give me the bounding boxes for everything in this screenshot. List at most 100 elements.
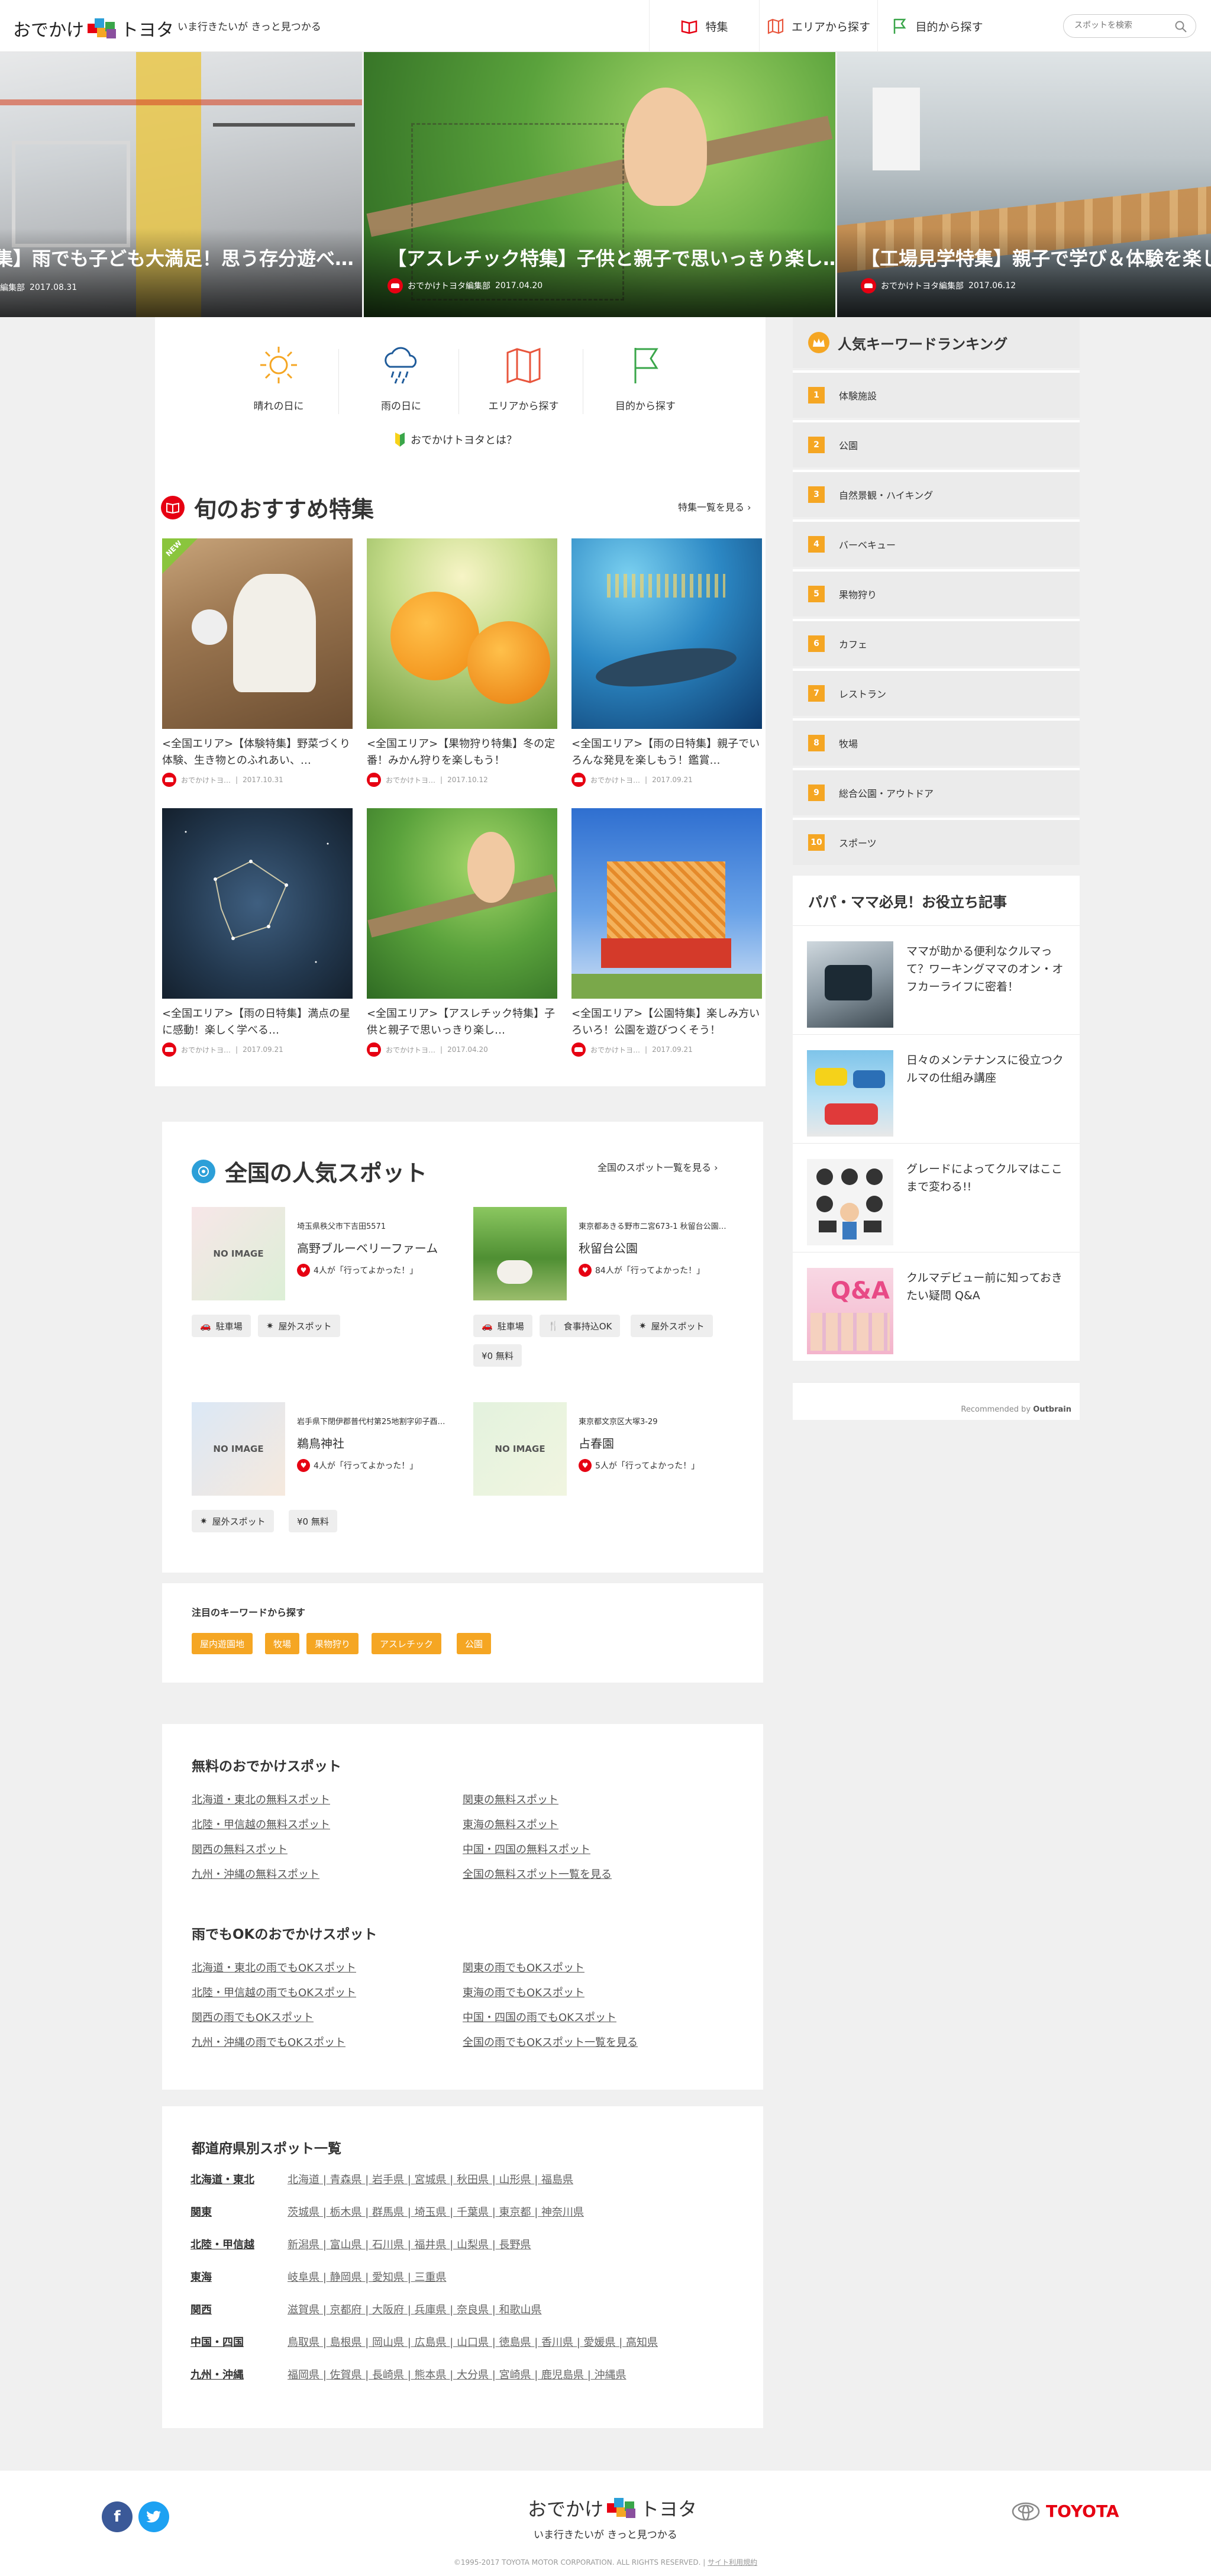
hero-slide-1[interactable]: 集】雨でも子ども大満足！思う存分遊べ… 編集部 2017.08.31 [0,52,362,317]
toyota-logo[interactable]: TOYOTA [1012,2501,1119,2521]
free-spot-link[interactable]: 関東の無料スポット [463,1791,558,1807]
prefecture-links[interactable]: 北海道 | 青森県 | 岩手県 | 宮城県 | 秋田県 | 山形県 | 福島県 [288,2171,573,2187]
spot-tag-outdoor[interactable]: ✷ 屋外スポット [258,1315,340,1337]
ranking-item[interactable]: 2 公園 [793,420,1080,467]
ranking-item[interactable]: 8 牧場 [793,718,1080,766]
spot-item[interactable]: NO IMAGE 岩手県下閉伊郡普代村第25地割字卯子酉… 鵜鳥神社 ♥ 4人が「… [192,1402,452,1496]
nav-area[interactable]: エリアから探す [759,0,877,52]
keyword-chip[interactable]: 公園 [457,1633,492,1654]
keyword-chip[interactable]: アスレチック [372,1633,442,1654]
ranking-item[interactable]: 4 バーベキュー [793,519,1080,567]
region-link[interactable]: 関東 [190,2204,212,2219]
terms-link[interactable]: サイト利用規約 [708,2558,757,2567]
feature-card[interactable]: <全国エリア>【雨の日特集】満点の星に感動！楽しく学べる… おでかけトヨ… | 20… [162,808,353,1057]
rain-spot-link[interactable]: 九州・沖縄の雨でもOKスポット [192,2034,345,2049]
ranking-item[interactable]: 7 レストラン [793,669,1080,716]
prefecture-links[interactable]: 茨城県 | 栃木県 | 群馬県 | 埼玉県 | 千葉県 | 東京都 | 神奈川県 [288,2204,584,2219]
free-spot-link[interactable]: 九州・沖縄の無料スポット [192,1866,319,1881]
feature-card[interactable]: NEW <全国エリア>【体験特集】野菜づくり体験、生き物とのふれあい、… おでか… [162,538,353,787]
spot-item[interactable]: 東京都あきる野市二宮673-1 秋留台公園… 秋留台公園 ♥ 84人が「行ってよか… [473,1207,734,1300]
category-area[interactable]: エリアから探す [479,343,568,412]
free-spot-link[interactable]: 北海道・東北の無料スポット [192,1791,330,1807]
rain-spot-link[interactable]: 北陸・甲信越の雨でもOKスポット [192,1984,356,2000]
spots-heading: 全国の人気スポット [192,1155,427,1187]
spot-tag-free[interactable]: ¥0 無料 [289,1510,337,1532]
article-item[interactable]: 日々のメンテナンスに役立つクルマの仕組み講座 [793,1034,1080,1143]
site-logo[interactable]: おでかけ トヨタ [13,15,174,41]
hero-slide-2[interactable]: 【アスレチック特集】子供と親子で思いっきり楽し… おでかけトヨタ編集部 2017… [364,52,835,317]
rain-spot-link[interactable]: 中国・四国の雨でもOKスポット [463,2009,616,2025]
feature-card[interactable]: <全国エリア>【公園特集】楽しみ方いろいろ！公園を遊びつくそう！ おでかけトヨ…… [571,808,762,1057]
feature-title: <全国エリア>【雨の日特集】満点の星に感動！楽しく学べる… [162,1008,351,1037]
free-spot-link[interactable]: 全国の無料スポット一覧を見る [463,1866,612,1881]
region-link[interactable]: 北陸・甲信越 [190,2236,254,2252]
prefecture-links[interactable]: 福岡県 | 佐賀県 | 長崎県 | 熊本県 | 大分県 | 宮崎県 | 鹿児島県… [288,2367,627,2382]
free-spot-link[interactable]: 東海の無料スポット [463,1816,558,1832]
feature-card[interactable]: <全国エリア>【果物狩り特集】冬の定番！みかん狩りを楽しもう！ おでかけトヨ… |… [367,538,557,787]
facebook-icon[interactable]: f [102,2501,133,2532]
category-rainy[interactable]: 雨の日に [357,343,445,412]
keyword-chip[interactable]: 牧場 [265,1633,300,1654]
spot-tag-parking[interactable]: 🚗 駐車場 [473,1315,532,1337]
ranking-item[interactable]: 10 スポーツ [793,818,1080,865]
spot-placeholder-image: NO IMAGE [192,1207,285,1300]
features-more-link[interactable]: 特集一覧を見る › [678,499,751,514]
nav-features[interactable]: 特集 [649,0,759,52]
keyword-chip[interactable]: 屋内遊園地 [192,1633,253,1654]
footer-logo[interactable]: おでかけ トヨタ [528,2494,697,2522]
free-spot-link[interactable]: 北陸・甲信越の無料スポット [192,1816,330,1832]
search-input[interactable] [1074,21,1169,30]
nav-purpose[interactable]: 目的から探す [877,0,996,52]
rain-spot-link[interactable]: 関東の雨でもOKスポット [463,1960,584,1975]
prefecture-links[interactable]: 滋賀県 | 京都府 | 大阪府 | 兵庫県 | 奈良県 | 和歌山県 [288,2301,542,2317]
recommended-by[interactable]: Recommended by Outbrain [793,1382,1080,1420]
spot-item[interactable]: NO IMAGE 埼玉県秩父市下吉田5571 高野ブルーベリーファーム ♥ 4人が… [192,1207,452,1300]
ranking-item[interactable]: 9 総合公園・アウトドア [793,768,1080,815]
feature-card[interactable]: <全国エリア>【アスレチック特集】子供と親子で思いっきり楽し… おでかけトヨ… |… [367,808,557,1057]
twitter-icon[interactable] [138,2501,169,2532]
spot-tag-free[interactable]: ¥0 無料 [473,1344,522,1367]
spot-item[interactable]: NO IMAGE 東京都文京区大塚3-29 占春園 ♥ 5人が「行ってよかった！」 [473,1402,734,1496]
rain-spot-link[interactable]: 東海の雨でもOKスポット [463,1984,584,2000]
about-link[interactable]: おでかけトヨタとは？ [394,432,517,447]
heart-icon: ♥ [297,1264,310,1277]
rain-spot-link[interactable]: 関西の雨でもOKスポット [192,2009,314,2025]
rain-spot-link[interactable]: 全国の雨でもOKスポット一覧を見る [463,2034,638,2049]
region-link[interactable]: 東海 [190,2269,212,2284]
category-label: 晴れの日に [253,401,304,412]
spot-placeholder-image: NO IMAGE [473,1402,567,1496]
feature-card[interactable]: <全国エリア>【雨の日特集】親子でいろんな発見を楽しもう！鑑賞… おでかけトヨ…… [571,538,762,787]
spots-more-link[interactable]: 全国のスポット一覧を見る › [598,1160,718,1174]
region-link[interactable]: 北海道・東北 [190,2171,254,2187]
rain-spot-link[interactable]: 北海道・東北の雨でもOKスポット [192,1960,356,1975]
article-image-qa: Q&A [807,1268,893,1354]
feature-date: 2017.10.12 [447,776,488,784]
spot-tag-food[interactable]: 🍴 食事持込OK [540,1315,621,1337]
hero-caption-overlay [364,228,835,317]
spot-tag-outdoor[interactable]: ✷ 屋外スポット [192,1510,274,1532]
prefecture-links[interactable]: 岐阜県 | 静岡県 | 愛知県 | 三重県 [288,2269,447,2284]
free-spot-link[interactable]: 中国・四国の無料スポット [463,1841,590,1857]
category-purpose[interactable]: 目的から探す [601,343,690,412]
popular-spots-panel [162,1122,763,1573]
category-sunny[interactable]: 晴れの日に [234,343,323,412]
ranking-item[interactable]: 5 果物狩り [793,569,1080,616]
ranking-item[interactable]: 6 カフェ [793,619,1080,666]
region-link[interactable]: 中国・四国 [190,2334,244,2349]
ranking-item[interactable]: 1 体験施設 [793,370,1080,418]
article-item[interactable]: ママが助かる便利なクルマって？ワーキングママのオン・オフカーライフに密着！ [793,925,1080,1034]
prefecture-links[interactable]: 鳥取県 | 島根県 | 岡山県 | 広島県 | 山口県 | 徳島県 | 香川県 … [288,2334,658,2349]
search-icon[interactable] [1174,20,1187,33]
region-link[interactable]: 関西 [190,2301,212,2317]
keyword-chip[interactable]: 果物狩り [306,1633,359,1654]
ranking-item[interactable]: 3 自然景観・ハイキング [793,470,1080,517]
hero-slide-3[interactable]: 【工場見学特集】親子で学び＆体験を楽しめ おでかけトヨタ編集部 2017.06.… [837,52,1211,317]
spot-tag-parking[interactable]: 🚗 駐車場 [192,1315,251,1337]
spot-tag-outdoor[interactable]: ✷ 屋外スポット [631,1315,713,1337]
free-spot-link[interactable]: 関西の無料スポット [192,1841,288,1857]
article-item[interactable]: グレードによってクルマはここまで変わる!! [793,1143,1080,1252]
prefecture-links[interactable]: 新潟県 | 富山県 | 石川県 | 福井県 | 山梨県 | 長野県 [288,2236,531,2252]
region-link[interactable]: 九州・沖縄 [190,2367,244,2382]
article-item[interactable]: Q&A クルマデビュー前に知っておきたい疑問 Q&A [793,1252,1080,1361]
rain-cloud-icon [385,347,417,384]
